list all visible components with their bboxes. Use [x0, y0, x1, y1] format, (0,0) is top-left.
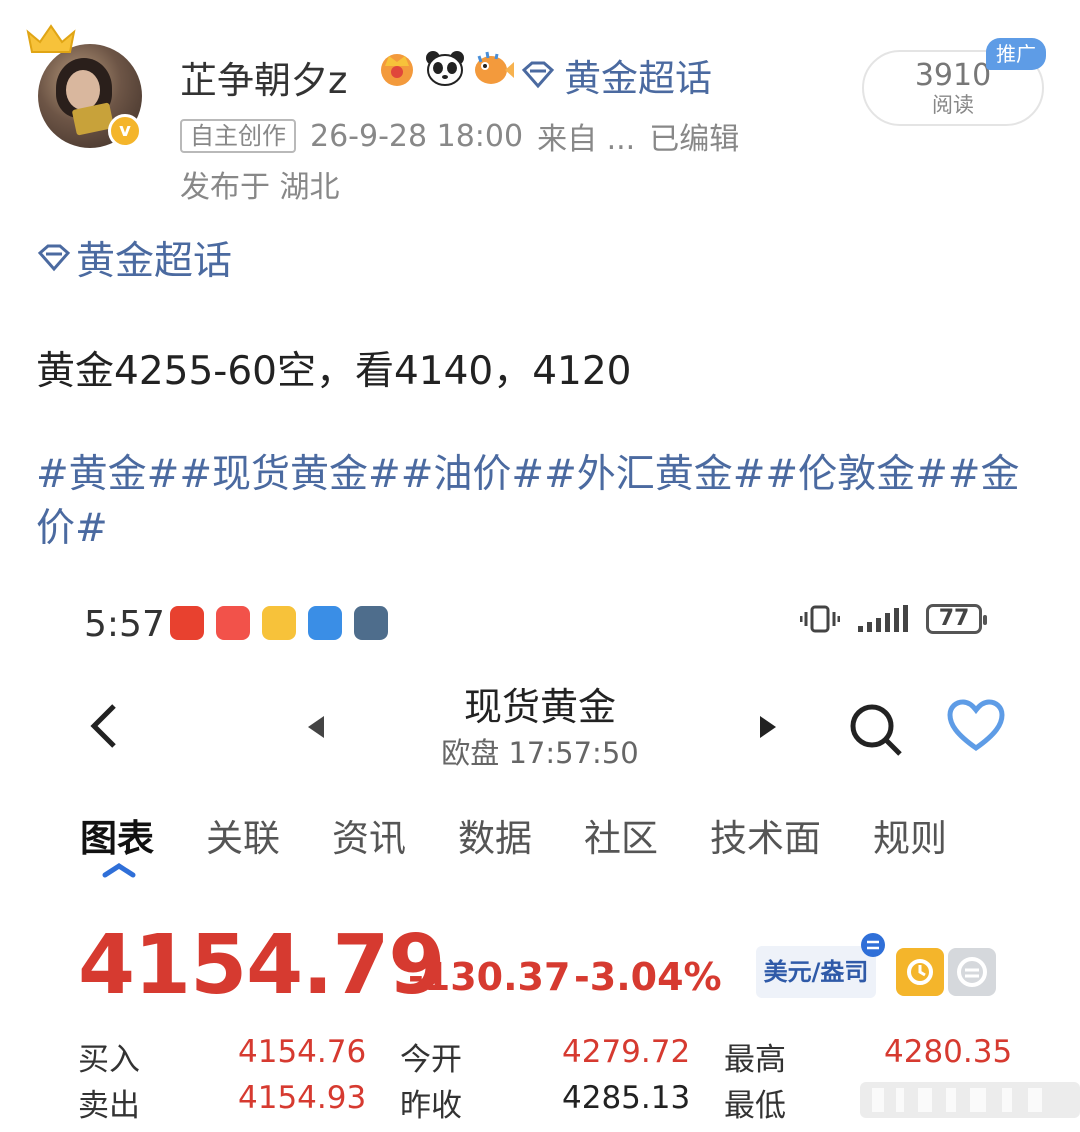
- original-tag: 自主创作: [180, 119, 296, 153]
- sell-label: 卖出: [78, 1088, 140, 1124]
- edited-label[interactable]: 已编辑: [649, 114, 739, 158]
- high-label: 最高: [724, 1042, 786, 1078]
- quote-tabs: 图表 关联 资讯 数据 社区 技术面 规则: [80, 808, 999, 862]
- battery-icon: 77: [926, 604, 987, 634]
- high-value: 4280.35: [884, 1034, 1013, 1070]
- topic-link-label: 黄金超话: [76, 239, 233, 284]
- diamond-icon: [37, 244, 71, 272]
- sell-value: 4154.93: [238, 1080, 367, 1116]
- tab-related[interactable]: 关联: [206, 808, 280, 862]
- tab-chart[interactable]: 图表: [80, 808, 154, 862]
- topic-head-label: 黄金超话: [564, 57, 712, 100]
- crown-icon: [26, 24, 76, 53]
- user-badges: [375, 48, 515, 88]
- photo-app-icon: [354, 606, 388, 640]
- alert-clock-icon[interactable]: [896, 948, 944, 996]
- price-change-percent: -3.04%: [574, 955, 722, 999]
- weibo-app-icon: [262, 606, 296, 640]
- news-app-icon: [170, 606, 204, 640]
- buy-label: 买入: [78, 1042, 140, 1078]
- swap-icon[interactable]: [860, 932, 886, 958]
- promo-tag: 推广: [986, 38, 1046, 70]
- shopping-app-icon: [216, 606, 250, 640]
- hashtags[interactable]: #黄金##现货黄金##油价##外汇黄金##伦敦金##金价#: [36, 448, 1036, 556]
- quote-title: 现货黄金: [463, 685, 616, 729]
- topic-head-link[interactable]: 黄金超话: [520, 48, 712, 102]
- notification-icons: [170, 606, 388, 640]
- tab-data[interactable]: 数据: [458, 808, 532, 862]
- signal-icon: [858, 605, 908, 632]
- vibrate-icon: [800, 605, 840, 633]
- read-label: 阅读: [932, 93, 974, 117]
- verified-icon: v: [108, 114, 142, 148]
- active-tab-indicator: [102, 863, 136, 878]
- price-change: -130.37: [408, 955, 571, 999]
- tab-technical[interactable]: 技术面: [710, 808, 821, 862]
- open-label: 今开: [400, 1042, 462, 1078]
- price-main: 4154.79: [78, 918, 445, 1013]
- tab-news[interactable]: 资讯: [332, 808, 406, 862]
- timestamp: 26-9-28 18:00: [310, 118, 524, 154]
- pufferfish-badge-icon: [475, 51, 514, 84]
- panda-badge-icon: [426, 51, 464, 86]
- currency-unit-button[interactable]: 美元/盎司: [756, 946, 876, 998]
- quote-subtitle: 欧盘 17:57:50: [441, 736, 639, 770]
- prev-arrow-icon[interactable]: [306, 714, 326, 740]
- exchange-icon[interactable]: [948, 948, 996, 996]
- topic-link[interactable]: 黄金超话: [36, 230, 232, 286]
- location: 发布于 湖北: [180, 170, 340, 205]
- prev-close-value: 4285.13: [562, 1080, 691, 1116]
- watermark-blur: [860, 1082, 1080, 1118]
- diamond-icon: [521, 61, 555, 89]
- tab-rules[interactable]: 规则: [873, 808, 947, 862]
- source: 来自 ...: [537, 122, 636, 157]
- heart-icon[interactable]: [946, 698, 1006, 754]
- next-arrow-icon[interactable]: [758, 714, 778, 740]
- search-icon[interactable]: [846, 700, 904, 758]
- weather-app-icon: [308, 606, 342, 640]
- low-label: 最低: [724, 1088, 786, 1124]
- post-meta: 自主创作 26-9-28 18:00 来自 ... 已编辑: [180, 114, 739, 158]
- username[interactable]: 芷争朝夕z: [180, 50, 347, 104]
- status-time: 5:57: [84, 604, 165, 645]
- open-value: 4279.72: [562, 1034, 691, 1070]
- buy-value: 4154.76: [238, 1034, 367, 1070]
- status-bar-right: 77: [800, 604, 987, 634]
- prev-close-label: 昨收: [400, 1088, 462, 1124]
- crown-badge-icon: [381, 54, 413, 86]
- post-text: 黄金4255-60空，看4140，4120: [36, 349, 632, 394]
- tab-community[interactable]: 社区: [584, 808, 658, 862]
- back-icon[interactable]: [84, 700, 124, 752]
